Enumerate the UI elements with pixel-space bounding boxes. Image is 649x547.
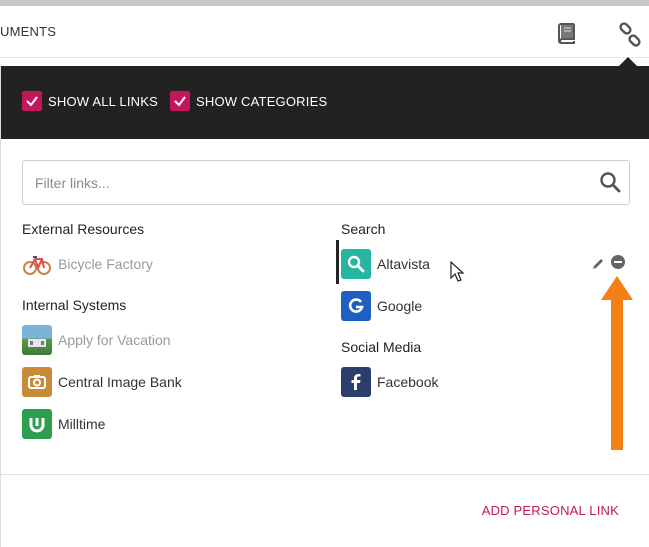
show-all-links-checkbox[interactable]: SHOW ALL LINKS [22,91,158,111]
show-categories-label: SHOW CATEGORIES [196,93,328,109]
link-label: Altavista [377,256,430,272]
category-external-resources: External Resources [22,221,145,237]
link-bicycle-factory[interactable]: Bicycle Factory [22,249,153,279]
breadcrumb[interactable]: UMENTS [0,24,56,39]
link-label: Google [377,298,423,314]
book-icon[interactable] [555,21,579,45]
link-label: Central Image Bank [58,374,182,390]
link-facebook[interactable]: Facebook [341,367,438,397]
link-central-image-bank[interactable]: Central Image Bank [22,367,182,397]
search-icon [341,249,371,279]
link-label: Milltime [58,416,106,432]
mouse-cursor-icon [450,261,465,282]
link-altavista[interactable]: Altavista [341,249,430,279]
header-bar: UMENTS [0,6,649,58]
links-panel: SHOW ALL LINKS SHOW CATEGORIES External … [0,66,649,547]
search-icon[interactable] [599,171,621,193]
link-label: Apply for Vacation [58,332,171,348]
link-icon[interactable] [617,22,643,48]
checkbox-checked-icon [22,91,42,111]
facebook-icon [341,367,371,397]
annotation-arrow [601,276,633,450]
camera-icon [22,367,52,397]
show-categories-checkbox[interactable]: SHOW CATEGORIES [170,91,327,111]
selection-indicator [336,240,339,284]
link-apply-for-vacation[interactable]: Apply for Vacation [22,325,171,355]
filter-box [22,160,630,205]
milltime-icon [22,409,52,439]
link-label: Bicycle Factory [58,256,153,272]
category-internal-systems: Internal Systems [22,297,127,313]
checkbox-checked-icon [170,91,190,111]
footer-divider [1,474,649,475]
category-search: Search [341,221,386,237]
bicycle-icon [22,249,52,279]
link-milltime[interactable]: Milltime [22,409,105,439]
panel-header: SHOW ALL LINKS SHOW CATEGORIES [1,66,649,139]
vacation-photo-icon [22,325,52,355]
show-all-links-label: SHOW ALL LINKS [48,93,158,109]
filter-links-input[interactable] [35,161,595,204]
link-label: Facebook [377,374,439,390]
pencil-icon[interactable] [591,257,605,271]
remove-icon[interactable] [610,254,626,270]
add-personal-link-button[interactable]: ADD PERSONAL LINK [482,503,619,518]
link-google[interactable]: Google [341,291,422,321]
google-icon [341,291,371,321]
category-social-media: Social Media [341,339,422,355]
